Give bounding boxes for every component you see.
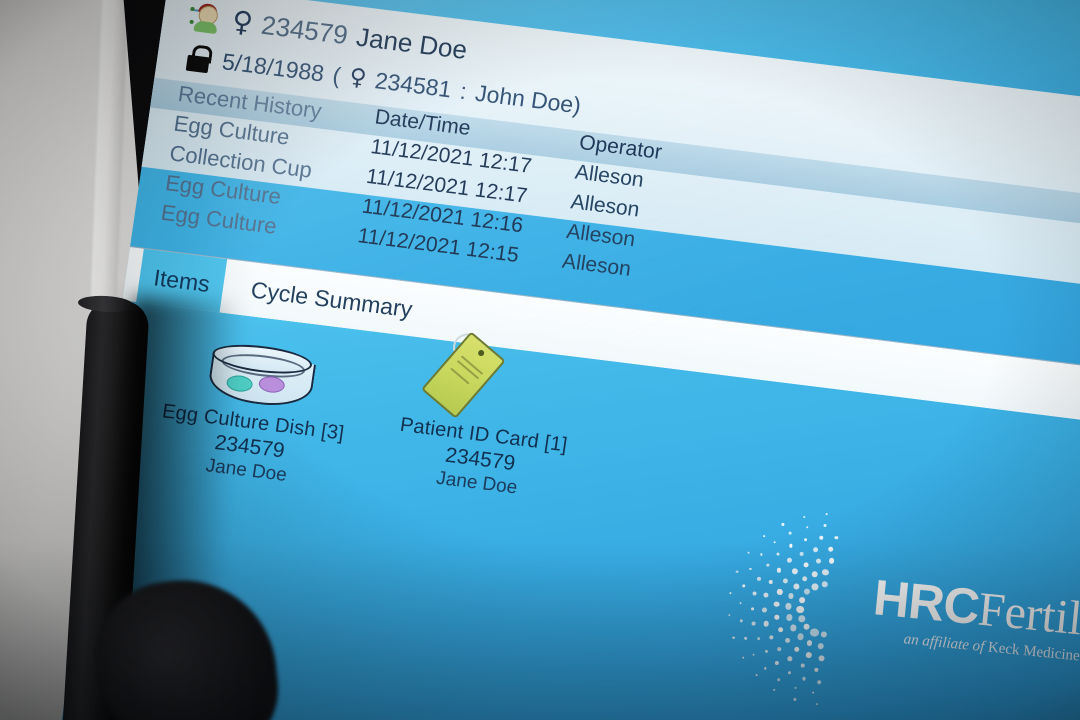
padlock-icon[interactable] (182, 41, 216, 74)
partner-gender-icon: ♀ (348, 65, 368, 90)
luggage-tag-icon (437, 329, 547, 426)
patient-gender-icon: ♀ (230, 7, 254, 37)
logo-wordmark: HRCFertility (871, 572, 1080, 648)
logo-name-bold: HRC (871, 569, 981, 635)
partner-separator: : (458, 77, 468, 105)
photo-scene: ♀ 234579 Jane Doe 5/18/1988 ( ♀ 234581 :… (0, 0, 1080, 720)
list-item[interactable]: Patient ID Card [1] 234579 Jane Doe (361, 321, 612, 509)
patient-avatar-icon (187, 0, 225, 36)
hrc-burst-logo-icon (717, 540, 878, 672)
partner-paren-open: ( (331, 61, 342, 89)
